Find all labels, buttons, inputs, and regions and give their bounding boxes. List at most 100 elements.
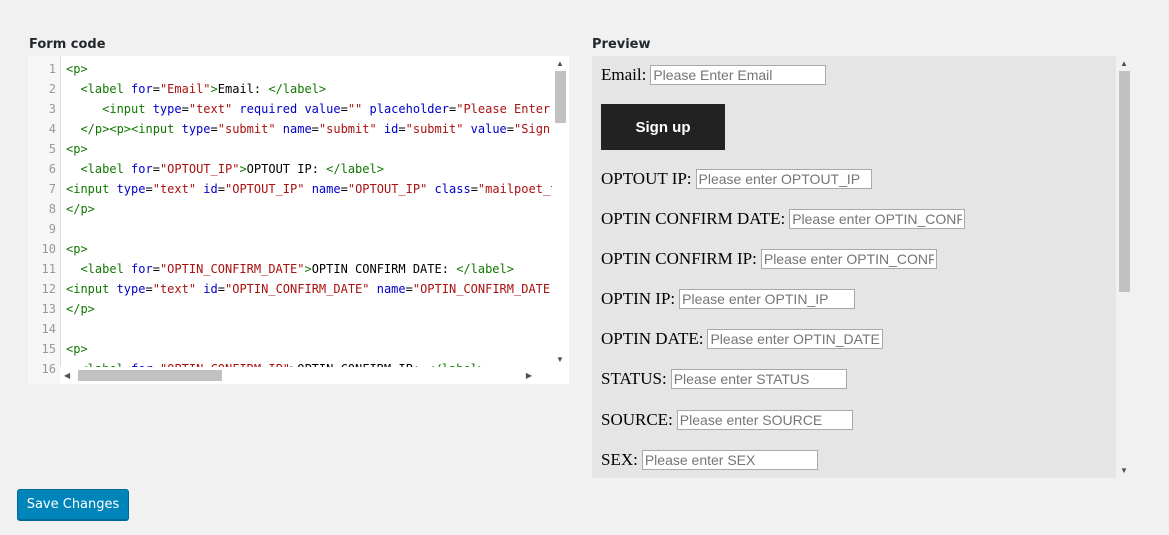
- code-token: =: [152, 262, 160, 276]
- editor-horizontal-scroll-thumb[interactable]: [78, 370, 222, 381]
- code-token: <p>: [66, 142, 88, 156]
- code-token: type: [116, 182, 146, 196]
- code-token: "OPTOUT_IP": [225, 182, 305, 196]
- code-line[interactable]: 7 <input type="text" id="OPTOUT_IP" name=…: [28, 179, 569, 199]
- scroll-up-icon[interactable]: ▲: [1120, 59, 1128, 69]
- scroll-up-icon[interactable]: ▲: [556, 59, 564, 69]
- field-label-sex: SEX:: [601, 450, 638, 469]
- field-label-optin-ip: OPTIN IP:: [601, 289, 676, 308]
- line-number: 12: [41, 282, 56, 296]
- code-token: </p>: [66, 302, 95, 316]
- code-token: =: [405, 282, 413, 296]
- code-line[interactable]: 5 <p>: [28, 139, 552, 159]
- code-token: =: [311, 122, 319, 136]
- field-row-optin-date: OPTIN DATE:: [601, 328, 884, 350]
- code-text: <p>: [66, 139, 88, 159]
- code-token: =: [210, 122, 218, 136]
- scroll-down-icon[interactable]: ▼: [1120, 466, 1128, 476]
- code-text: <input type="text" required value="" pla…: [66, 99, 569, 119]
- code-token: name: [369, 282, 406, 296]
- scroll-right-icon[interactable]: ▶: [526, 371, 532, 381]
- sex-input[interactable]: [641, 450, 818, 470]
- code-line[interactable]: 1 <p>: [28, 59, 552, 79]
- line-number: 3: [48, 102, 56, 116]
- editor-vertical-scrollbar[interactable]: ▲ ▼: [552, 56, 569, 367]
- code-token: <input: [66, 282, 117, 296]
- code-line[interactable]: 8 </p>: [28, 199, 552, 219]
- code-token: "OPTOUT_IP": [347, 182, 428, 196]
- scroll-down-icon[interactable]: ▼: [556, 355, 564, 365]
- save-changes-button[interactable]: Save Changes: [17, 489, 129, 520]
- code-token: id: [376, 122, 399, 136]
- code-text: </p><p><input type="submit" name="submit…: [66, 119, 569, 139]
- code-token: <label: [80, 262, 132, 276]
- field-row-status: STATUS:: [601, 368, 847, 390]
- code-token: "submit": [217, 122, 276, 136]
- code-token: "submit": [405, 122, 464, 136]
- field-label-optin-confirm-date: OPTIN CONFIRM DATE:: [601, 209, 786, 228]
- code-token: OPTIN CONFIRM DATE:: [311, 262, 457, 276]
- code-token: class: [427, 182, 471, 196]
- line-number: 15: [41, 342, 56, 356]
- code-token: >: [239, 162, 247, 176]
- line-number: 11: [41, 262, 56, 276]
- source-input[interactable]: [676, 410, 853, 430]
- code-token: "OPTIN_CONFIRM_DATE": [412, 282, 558, 296]
- code-token: </label>: [456, 262, 514, 276]
- code-token: <p>: [66, 242, 88, 256]
- email-input[interactable]: [650, 65, 827, 85]
- code-token: </p>: [66, 202, 95, 216]
- line-number: 2: [48, 82, 56, 96]
- scroll-left-icon[interactable]: ◀: [64, 371, 70, 381]
- code-line[interactable]: 12 <input type="text" id="OPTIN_CONFIRM_D…: [28, 279, 558, 299]
- code-token: "text": [188, 102, 233, 116]
- code-line[interactable]: 10 <p>: [28, 239, 552, 259]
- code-line[interactable]: 2 <label for="Email">Email: </label>: [28, 79, 552, 99]
- preview-scroll-thumb[interactable]: [1119, 71, 1130, 292]
- code-text: <p>: [66, 339, 88, 359]
- field-row-source: SOURCE:: [601, 409, 853, 431]
- code-line[interactable]: 4 </p><p><input type="submit" name="subm…: [28, 119, 569, 139]
- code-token: >: [304, 262, 312, 276]
- optin-confirm-ip-input[interactable]: [760, 249, 937, 269]
- editor-horizontal-scrollbar[interactable]: ◀ ▶: [60, 367, 552, 384]
- code-token: placeholder: [362, 102, 449, 116]
- code-line[interactable]: 13 </p>: [28, 299, 552, 319]
- code-text: <label for="OPTIN_CONFIRM_DATE">OPTIN CO…: [66, 259, 514, 279]
- field-label-optout-ip: OPTOUT IP:: [601, 169, 692, 188]
- field-label-status: STATUS:: [601, 369, 667, 388]
- code-token: =: [152, 162, 160, 176]
- code-line[interactable]: 6 <label for="OPTOUT_IP">OPTOUT IP: </la…: [28, 159, 552, 179]
- field-row-optin-confirm-ip: OPTIN CONFIRM IP:: [601, 248, 937, 270]
- code-token: =: [340, 182, 348, 196]
- code-line[interactable]: 14: [28, 319, 552, 339]
- code-line[interactable]: 3 <input type="text" required value="" p…: [28, 99, 569, 119]
- code-line[interactable]: 15 <p>: [28, 339, 552, 359]
- code-text: <p>: [66, 59, 88, 79]
- code-token: value: [463, 122, 507, 136]
- code-text: <label for="Email">Email: </label>: [66, 79, 326, 99]
- optin-ip-input[interactable]: [679, 289, 856, 309]
- field-row-optout-ip: OPTOUT IP:: [601, 168, 872, 190]
- code-token: "OPTIN_CONFIRM_DATE": [159, 262, 305, 276]
- preview-vertical-scrollbar[interactable]: ▲ ▼: [1116, 56, 1133, 478]
- status-input[interactable]: [670, 369, 847, 389]
- optin-date-input[interactable]: [707, 329, 884, 349]
- code-token: =: [145, 182, 153, 196]
- code-token: =: [217, 282, 225, 296]
- code-token: </label>: [268, 82, 327, 96]
- code-line[interactable]: 9: [28, 219, 552, 239]
- code-token: name: [275, 122, 312, 136]
- code-lines[interactable]: 1 <p> 2 <label for="Email">Email: </label>…: [28, 59, 569, 384]
- editor-vertical-scroll-thumb[interactable]: [555, 71, 566, 123]
- code-token: <input: [102, 102, 153, 116]
- sign-up-button[interactable]: Sign up: [601, 104, 725, 150]
- optout-ip-input[interactable]: [695, 169, 872, 189]
- code-editor[interactable]: 1 <p> 2 <label for="Email">Email: </label>…: [28, 56, 569, 384]
- code-line[interactable]: 11 <label for="OPTIN_CONFIRM_DATE">OPTIN…: [28, 259, 552, 279]
- optin-confirm-date-input[interactable]: [789, 209, 966, 229]
- line-number: 8: [48, 202, 56, 216]
- code-token: "OPTOUT_IP": [159, 162, 240, 176]
